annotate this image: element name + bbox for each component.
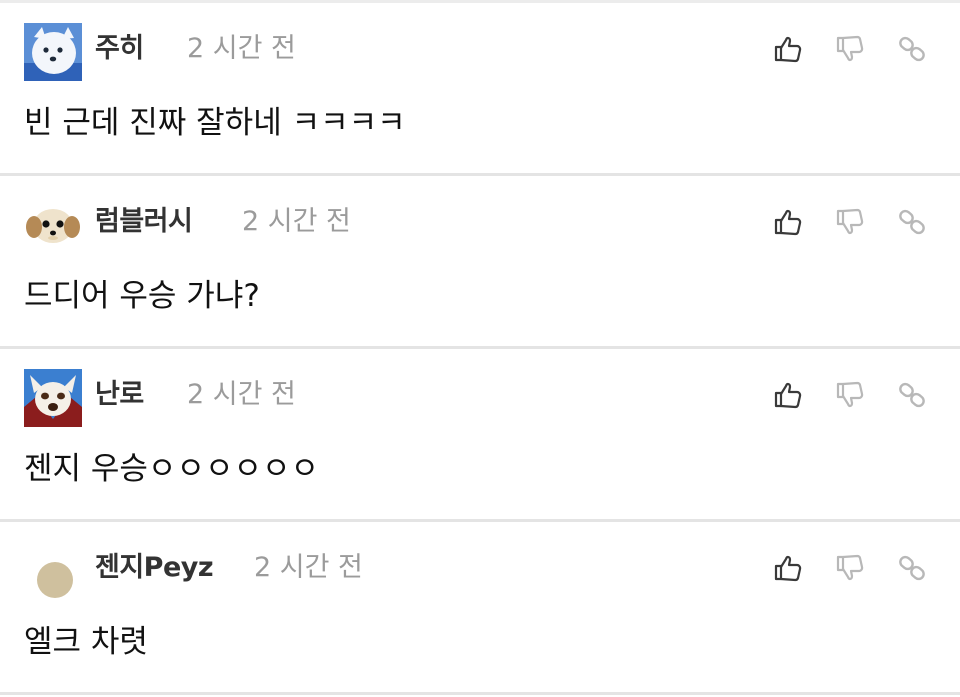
- thumbs-up-icon: [774, 555, 802, 582]
- comment-text: 젠지 우승ㅇㅇㅇㅇㅇㅇ: [24, 451, 320, 487]
- link-button[interactable]: [894, 550, 930, 586]
- beige-circle-icon[interactable]: [24, 542, 82, 600]
- link-icon: [899, 36, 925, 62]
- comment-text: 빈 근데 진짜 잘하네 ㅋㅋㅋㅋ: [24, 105, 406, 141]
- comment-actions: [744, 550, 930, 586]
- comment-actions: [744, 377, 930, 413]
- comment-text: 드디어 우승 가냐?: [24, 278, 260, 314]
- link-icon: [899, 382, 925, 408]
- like-button[interactable]: [770, 31, 806, 67]
- comment-text: 엘크 차렷: [24, 624, 148, 660]
- comment-item: 젠지Peyz 2 시간 전 엘크 차렷: [0, 522, 960, 695]
- comment-item: 주히 2 시간 전 빈 근데 진짜 잘하네 ㅋㅋㅋㅋ: [0, 3, 960, 176]
- thumbs-down-icon: [836, 208, 864, 235]
- comment-author[interactable]: 주히: [95, 29, 144, 69]
- thumbs-down-icon: [836, 35, 864, 62]
- thumbs-down-icon: [836, 554, 864, 581]
- dislike-button[interactable]: [832, 550, 868, 586]
- dislike-button[interactable]: [832, 204, 868, 240]
- comment-time: 2 시간 전: [242, 206, 351, 237]
- thumbs-up-icon: [774, 36, 802, 63]
- link-button[interactable]: [894, 204, 930, 240]
- link-button[interactable]: [894, 31, 930, 67]
- comment-time: 2 시간 전: [187, 379, 296, 410]
- like-button[interactable]: [770, 550, 806, 586]
- fox-dog-icon[interactable]: [24, 369, 82, 427]
- like-button[interactable]: [770, 377, 806, 413]
- thumbs-up-icon: [774, 209, 802, 236]
- comment-author[interactable]: 젠지Peyz: [95, 548, 214, 588]
- dislike-button[interactable]: [832, 31, 868, 67]
- comment-actions: [744, 204, 930, 240]
- dislike-button[interactable]: [832, 377, 868, 413]
- comment-time: 2 시간 전: [254, 552, 363, 583]
- comment-list: 주히 2 시간 전 빈 근데 진짜 잘하네 ㅋㅋㅋㅋ 럼블러시 2 시간 전 드…: [0, 3, 960, 695]
- puppy-icon[interactable]: [24, 196, 82, 254]
- comment-author[interactable]: 럼블러시: [95, 202, 193, 242]
- comment-item: 난로 2 시간 전 젠지 우승ㅇㅇㅇㅇㅇㅇ: [0, 349, 960, 522]
- link-icon: [899, 555, 925, 581]
- thumbs-up-icon: [774, 382, 802, 409]
- comment-item: 럼블러시 2 시간 전 드디어 우승 가냐?: [0, 176, 960, 349]
- thumbs-down-icon: [836, 381, 864, 408]
- comment-time: 2 시간 전: [187, 33, 296, 64]
- link-button[interactable]: [894, 377, 930, 413]
- link-icon: [899, 209, 925, 235]
- comment-actions: [744, 31, 930, 67]
- comment-author[interactable]: 난로: [95, 375, 144, 415]
- like-button[interactable]: [770, 204, 806, 240]
- white-dog-icon[interactable]: [24, 23, 82, 81]
